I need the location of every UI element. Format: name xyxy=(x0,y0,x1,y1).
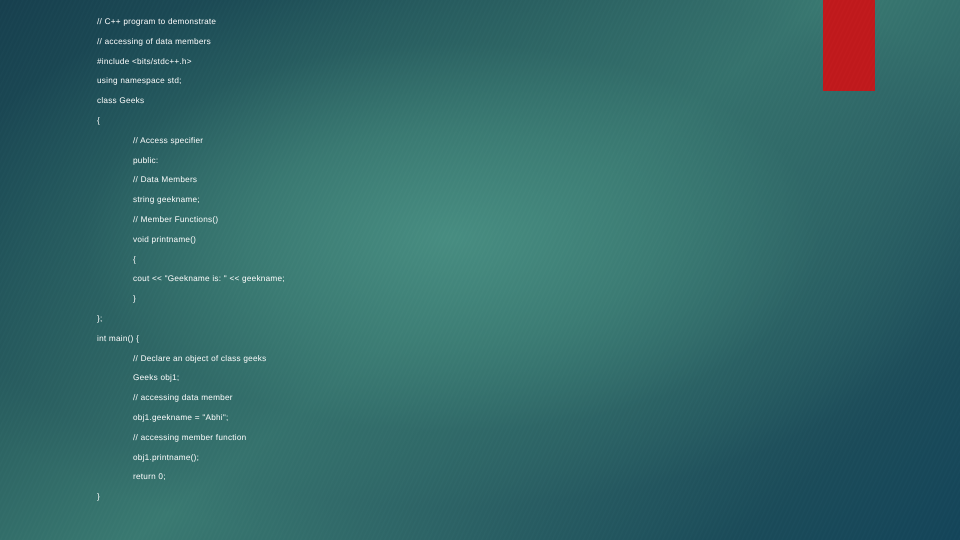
code-line: // Declare an object of class geeks xyxy=(133,353,267,363)
code-line: { xyxy=(133,254,136,264)
code-line: // accessing member function xyxy=(133,432,247,442)
code-line: } xyxy=(133,294,136,304)
code-line: } xyxy=(97,492,100,502)
code-listing: // C++ program to demonstrate // accessin… xyxy=(97,12,797,507)
code-line: obj1.geekname = "Abhi"; xyxy=(133,412,229,422)
code-line: class Geeks xyxy=(97,96,145,106)
code-line: cout << "Geekname is: " << geekname; xyxy=(133,274,285,284)
code-line: }; xyxy=(97,313,103,323)
code-line: { xyxy=(97,115,100,125)
code-line: obj1.printname(); xyxy=(133,452,200,462)
code-line: Geeks obj1; xyxy=(133,373,180,383)
code-line: return 0; xyxy=(133,472,166,482)
code-line: // Data Members xyxy=(133,175,198,185)
red-accent-rectangle xyxy=(823,0,875,91)
code-line: // accessing of data members xyxy=(97,36,211,46)
code-line: // Member Functions() xyxy=(133,214,219,224)
code-line: // C++ program to demonstrate xyxy=(97,17,217,26)
code-line: // accessing data member xyxy=(133,393,233,403)
code-line: void printname() xyxy=(133,234,197,244)
code-line: public: xyxy=(133,155,159,165)
code-line: string geekname; xyxy=(133,195,200,205)
slide-canvas: // C++ program to demonstrate // accessin… xyxy=(0,0,960,540)
code-line: using namespace std; xyxy=(97,76,182,86)
code-line: // Access specifier xyxy=(133,135,204,145)
code-line: int main() { xyxy=(97,333,140,343)
code-line: #include <bits/stdc++.h> xyxy=(97,56,192,66)
